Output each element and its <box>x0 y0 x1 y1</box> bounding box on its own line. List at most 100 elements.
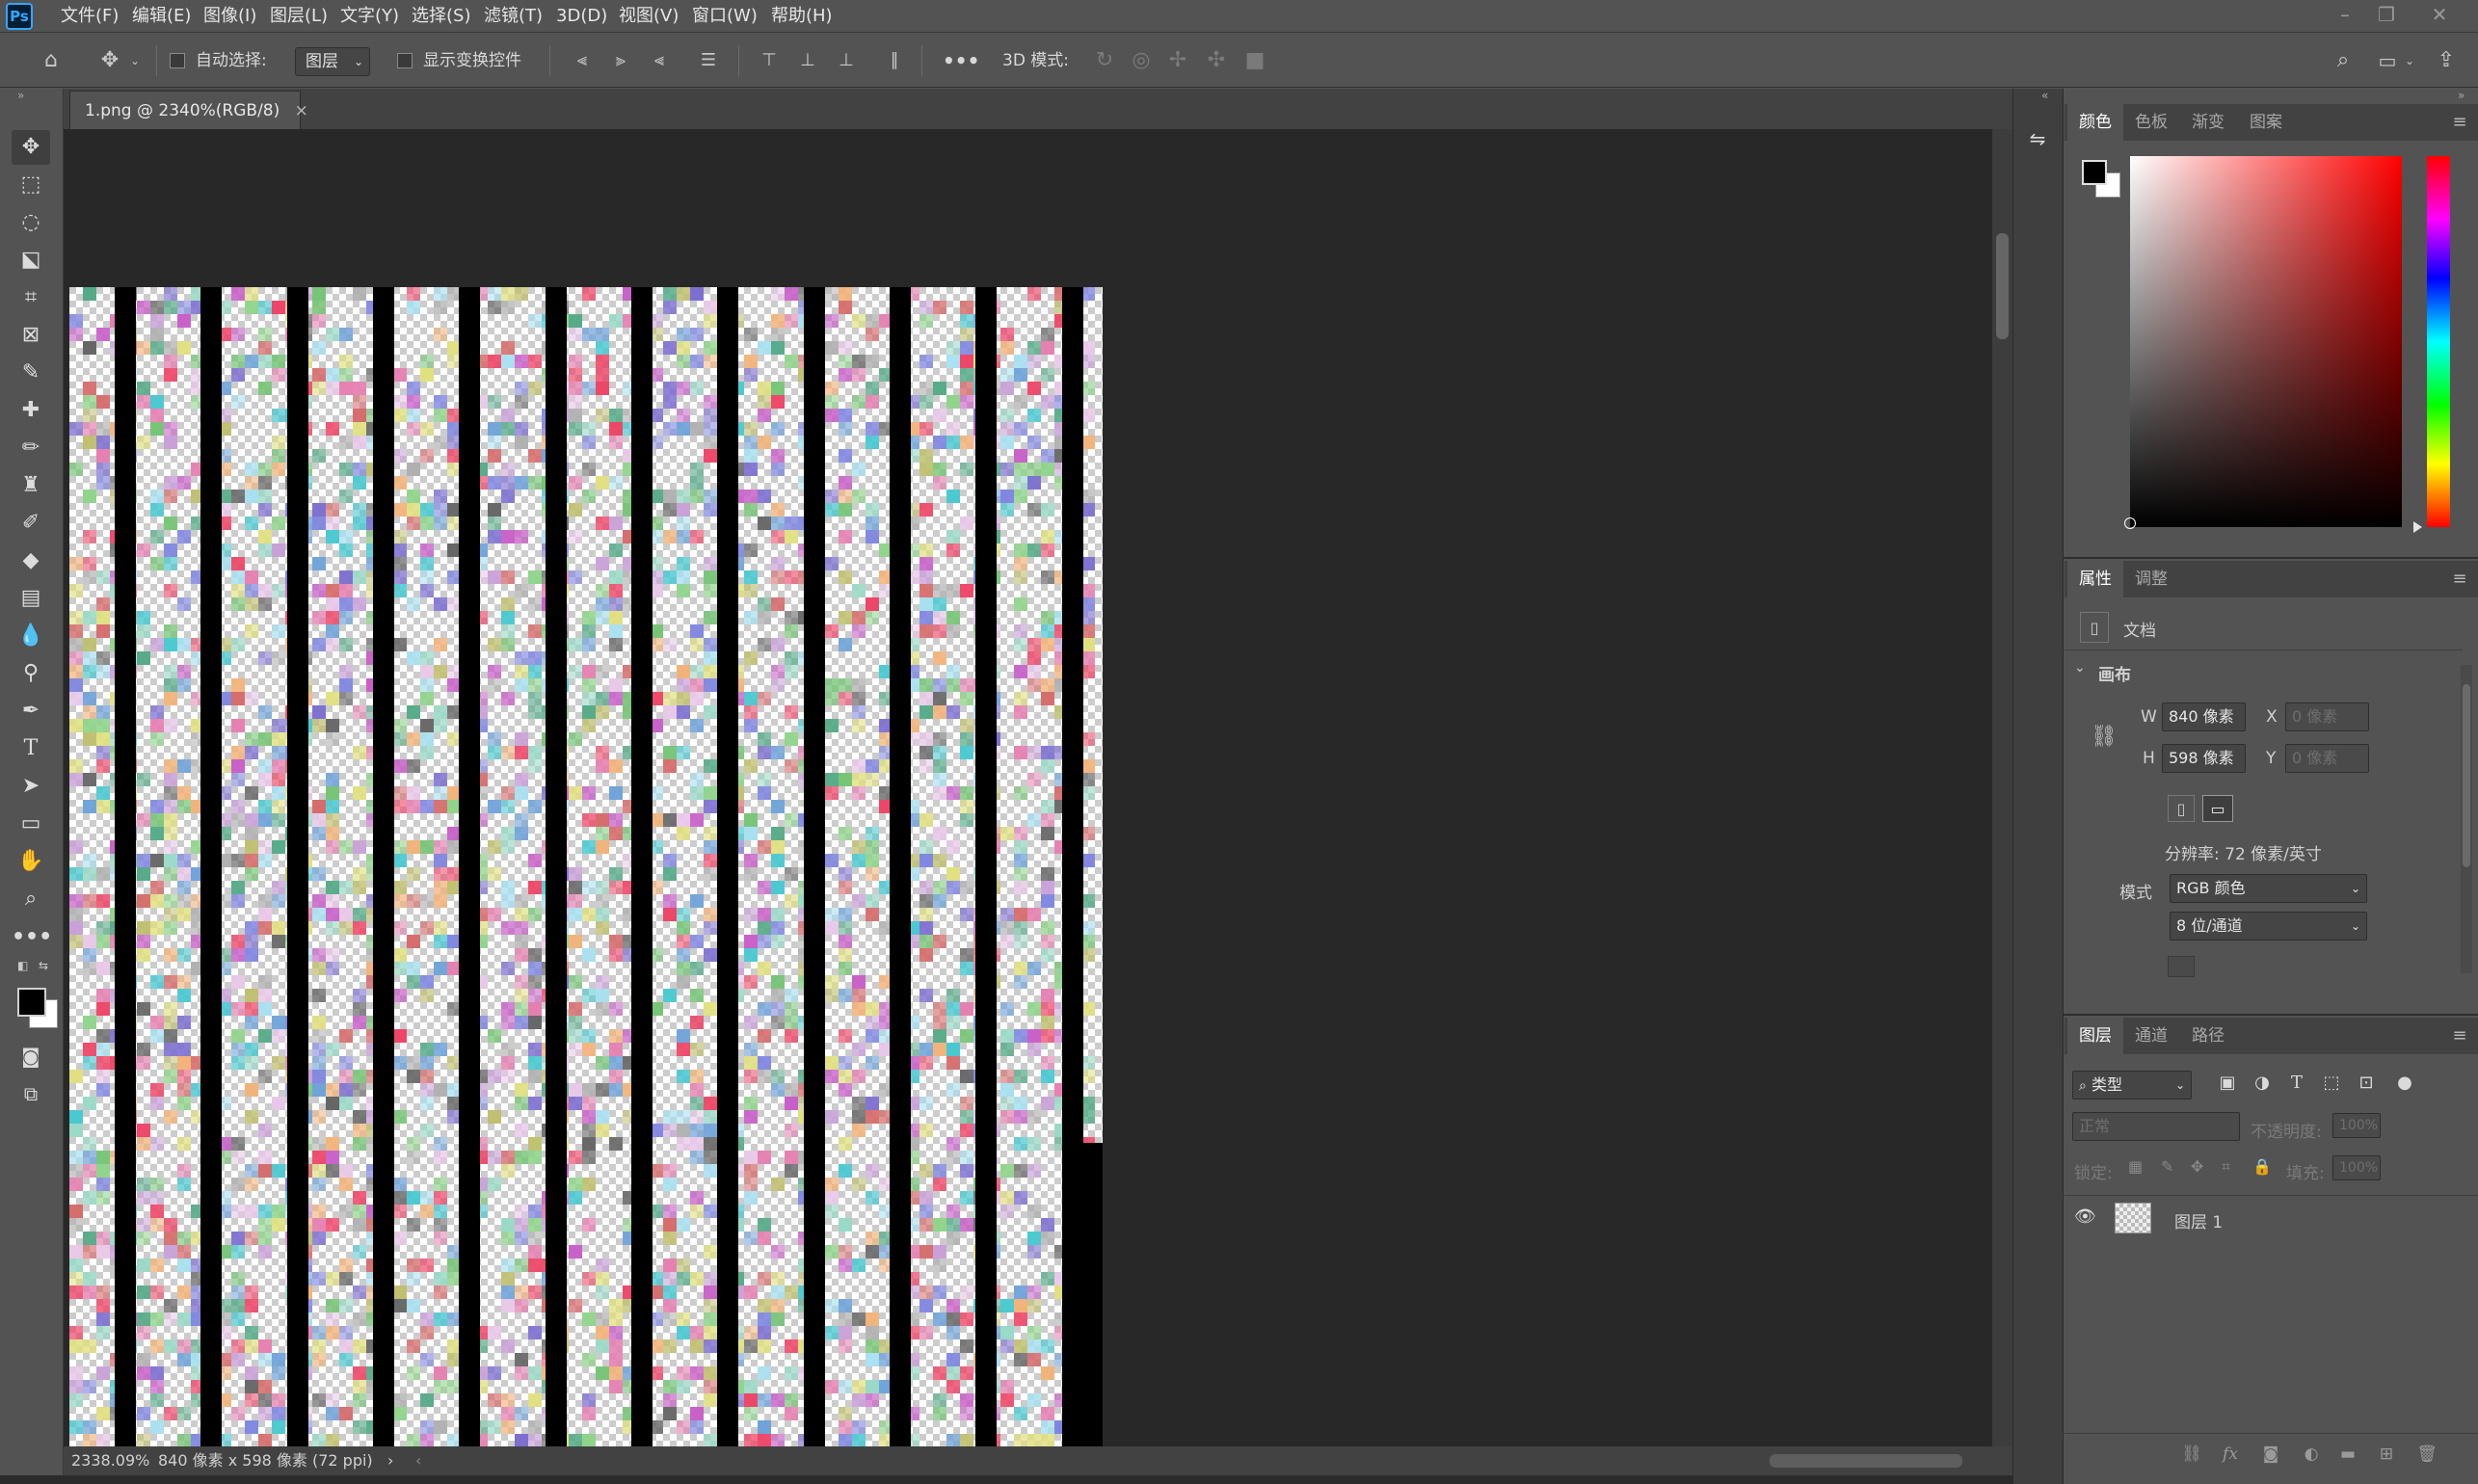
type-tool-icon[interactable]: T <box>12 731 50 766</box>
filter-shape-icon[interactable]: ⬚ <box>2319 1070 2344 1097</box>
align-right-icon[interactable]: ⫷ <box>642 43 677 78</box>
horizontal-scroll-thumb[interactable] <box>1770 1454 1962 1468</box>
menu-image[interactable]: 图像(I) <box>203 0 256 33</box>
auto-select-checkbox[interactable] <box>170 53 185 68</box>
tab-channels[interactable]: 通道 <box>2123 1018 2179 1054</box>
workspace-icon[interactable]: ▭ <box>2370 43 2405 78</box>
visibility-eye-icon[interactable]: 👁 <box>2074 1206 2096 1227</box>
menu-edit[interactable]: 编辑(E) <box>132 0 191 33</box>
share-icon[interactable]: ⇪ <box>2429 43 2464 78</box>
brush-tool-icon[interactable]: ✏ <box>12 431 50 465</box>
tab-gradients[interactable]: 渐变 <box>2180 104 2236 141</box>
opacity-field[interactable]: 100% <box>2332 1113 2381 1138</box>
section-chevron-icon[interactable]: ⌄ <box>2074 660 2086 676</box>
menu-view[interactable]: 视图(V) <box>619 0 679 33</box>
expand-panels-icon[interactable]: » <box>2458 89 2465 102</box>
link-layers-icon[interactable]: ⛓ <box>2178 1440 2205 1469</box>
height-field[interactable]: 598 像素 <box>2162 744 2246 773</box>
panel-menu-icon[interactable]: ≡ <box>2450 104 2469 141</box>
scroll-thumb[interactable] <box>2463 684 2470 867</box>
quick-mask-icon[interactable]: ◙ <box>12 1039 50 1073</box>
menu-3d[interactable]: 3D(D) <box>556 0 607 33</box>
menu-help[interactable]: 帮助(H) <box>771 0 833 33</box>
expand-toolbar-icon[interactable]: » <box>17 89 24 102</box>
blur-tool-icon[interactable]: 💧 <box>12 619 50 653</box>
tab-swatches[interactable]: 色板 <box>2123 104 2179 141</box>
add-mask-icon[interactable]: ◙ <box>2257 1440 2284 1469</box>
hue-slider-handle[interactable] <box>2413 521 2422 533</box>
menu-file[interactable]: 文件(F) <box>61 0 119 33</box>
canvas-image[interactable] <box>69 287 1103 1446</box>
search-icon[interactable]: ⌕ <box>2326 43 2360 78</box>
chevron-down-icon[interactable]: ⌄ <box>127 43 143 78</box>
auto-select-dropdown[interactable]: 图层 ⌄ <box>295 47 370 76</box>
close-button[interactable]: ✕ <box>2420 0 2459 33</box>
new-layer-icon[interactable]: ⊞ <box>2373 1440 2400 1469</box>
menu-window[interactable]: 窗口(W) <box>692 0 758 33</box>
tab-adjustments[interactable]: 调整 <box>2123 561 2179 597</box>
y-field[interactable]: 0 像素 <box>2285 744 2369 773</box>
bit-depth-dropdown[interactable]: 8 位/通道 ⌄ <box>2170 912 2367 941</box>
properties-scrollbar[interactable] <box>2461 665 2472 973</box>
filter-type-icon[interactable]: T <box>2284 1070 2309 1097</box>
lock-paint-icon[interactable]: ✎ <box>2161 1157 2173 1176</box>
chevron-down-icon[interactable]: ⌄ <box>2402 43 2417 78</box>
delete-layer-icon[interactable]: 🗑 <box>2413 1440 2440 1469</box>
color-foreground-swatch[interactable] <box>2082 160 2107 185</box>
filter-smart-object-icon[interactable]: ⊡ <box>2354 1070 2379 1097</box>
hue-slider[interactable] <box>2427 156 2450 527</box>
zoom-tool-icon[interactable]: ⌕ <box>12 882 50 916</box>
align-left-icon[interactable]: ⫷ <box>565 43 600 78</box>
show-transform-checkbox[interactable] <box>397 53 413 68</box>
move-tool-icon[interactable]: ✥ <box>12 130 50 165</box>
width-field[interactable]: 840 像素 <box>2162 702 2246 731</box>
hscroll-left-icon[interactable]: ‹ <box>415 1446 421 1475</box>
path-select-tool-icon[interactable]: ➤ <box>12 769 50 804</box>
filter-adjustment-icon[interactable]: ◑ <box>2250 1070 2275 1097</box>
healing-brush-tool-icon[interactable]: ✚ <box>12 393 50 428</box>
vertical-scrollbar[interactable] <box>1992 129 2012 1446</box>
status-arrow-icon[interactable]: › <box>387 1446 393 1475</box>
link-icon[interactable]: ⛓ <box>2091 725 2118 749</box>
zoom-readout[interactable]: 2338.09% <box>71 1446 149 1475</box>
rectangle-tool-icon[interactable]: ▭ <box>12 807 50 841</box>
color-picker-handle[interactable] <box>2124 517 2136 529</box>
tab-properties[interactable]: 属性 <box>2067 561 2123 597</box>
align-center-icon[interactable]: ⫸ <box>603 43 638 78</box>
eyedropper-tool-icon[interactable]: ✎ <box>12 356 50 390</box>
panel-menu-icon[interactable]: ≡ <box>2450 1018 2469 1054</box>
lock-position-icon[interactable]: ✥ <box>2191 1157 2203 1176</box>
blend-mode-dropdown[interactable]: 正常 <box>2072 1112 2240 1141</box>
lasso-tool-icon[interactable]: ◌ <box>12 205 50 240</box>
foreground-color-swatch[interactable] <box>17 988 46 1017</box>
distribute-vertical-icon[interactable]: ∥ <box>877 43 912 78</box>
hand-tool-icon[interactable]: ✋ <box>12 844 50 879</box>
marquee-tool-icon[interactable]: ⬚ <box>12 168 50 202</box>
color-mode-dropdown[interactable]: RGB 颜色 ⌄ <box>2170 874 2367 903</box>
default-colors-icon[interactable]: ◧ <box>17 959 31 972</box>
gradient-tool-icon[interactable]: ▤ <box>12 581 50 616</box>
fill-field[interactable]: 100% <box>2332 1155 2381 1180</box>
tab-layers[interactable]: 图层 <box>2067 1018 2123 1054</box>
menu-filter[interactable]: 滤镜(T) <box>484 0 543 33</box>
more-options-button[interactable]: ••• <box>943 34 979 88</box>
edit-toolbar-icon[interactable]: ••• <box>12 920 52 955</box>
dodge-tool-icon[interactable]: ⚲ <box>12 656 50 691</box>
align-middle-icon[interactable]: ⊥ <box>790 43 825 78</box>
align-top-icon[interactable]: ⊤ <box>752 43 786 78</box>
history-brush-tool-icon[interactable]: ✐ <box>12 506 50 541</box>
x-field[interactable]: 0 像素 <box>2285 702 2369 731</box>
tab-close-icon[interactable]: × <box>295 101 308 120</box>
fx-icon[interactable]: fx <box>2217 1440 2244 1469</box>
menu-select[interactable]: 选择(S) <box>412 0 470 33</box>
new-group-icon[interactable]: ▬ <box>2334 1440 2361 1469</box>
collapse-panels-icon[interactable]: « <box>2041 89 2048 102</box>
lock-all-icon[interactable]: 🔒 <box>2252 1157 2272 1176</box>
pen-tool-icon[interactable]: ✒ <box>12 694 50 729</box>
landscape-orientation-icon[interactable]: ▭ <box>2202 795 2233 822</box>
frame-tool-icon[interactable]: ⊠ <box>12 318 50 353</box>
filter-pixel-icon[interactable]: ▣ <box>2215 1070 2240 1097</box>
crop-tool-icon[interactable]: ⌗ <box>12 280 50 315</box>
history-panel-icon[interactable]: ⇋ <box>2020 121 2055 156</box>
document-tab[interactable]: 1.png @ 2340%(RGB/8) × <box>69 91 308 129</box>
